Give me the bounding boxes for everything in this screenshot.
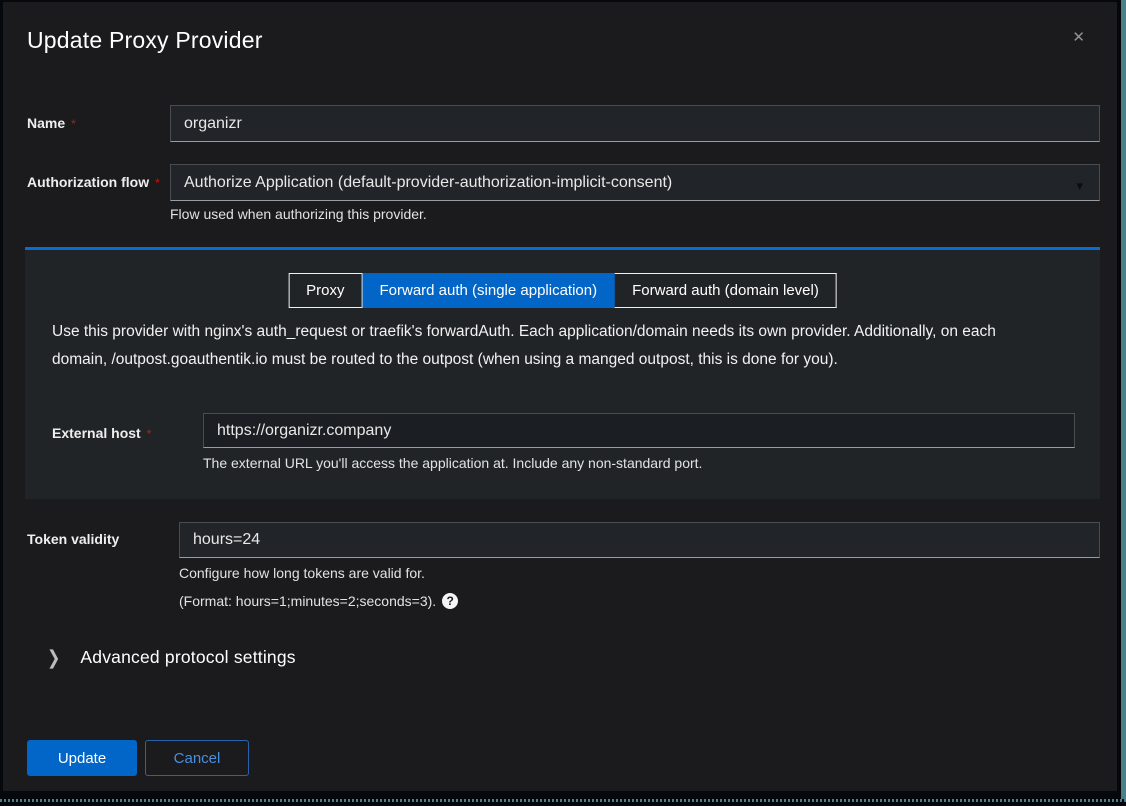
- required-asterisk: *: [71, 117, 76, 131]
- external-host-field[interactable]: [203, 413, 1075, 448]
- tab-proxy[interactable]: Proxy: [288, 273, 362, 308]
- name-label: Name*: [27, 115, 76, 131]
- page-title: Update Proxy Provider: [27, 27, 263, 54]
- authorization-flow-select[interactable]: Authorize Application (default-provider-…: [170, 164, 1100, 201]
- modal-footer: Update Cancel: [27, 740, 249, 776]
- authorization-flow-value: Authorize Application (default-provider-…: [184, 174, 672, 192]
- cancel-button[interactable]: Cancel: [145, 740, 249, 776]
- help-icon[interactable]: ?: [442, 593, 458, 609]
- mode-toggle-group: Proxy Forward auth (single application) …: [288, 273, 837, 308]
- screenshot-frame: Update Proxy Provider ✕ Name* Authorizat…: [0, 0, 1126, 806]
- update-button[interactable]: Update: [27, 740, 137, 776]
- update-proxy-provider-modal: Update Proxy Provider ✕ Name* Authorizat…: [3, 2, 1117, 791]
- chevron-right-icon: ❯: [47, 646, 60, 670]
- token-validity-field[interactable]: [179, 522, 1100, 558]
- tab-forward-auth-single[interactable]: Forward auth (single application): [362, 273, 615, 308]
- token-validity-help: Configure how long tokens are valid for.: [179, 565, 425, 581]
- required-asterisk: *: [155, 176, 160, 190]
- window-edge: [1121, 0, 1126, 806]
- close-icon[interactable]: ✕: [1072, 30, 1085, 45]
- authorization-flow-help: Flow used when authorizing this provider…: [170, 206, 427, 222]
- mode-description: Use this provider with nginx's auth_requ…: [52, 318, 1042, 374]
- external-host-help: The external URL you'll access the appli…: [203, 455, 702, 471]
- advanced-protocol-settings-toggle[interactable]: ❯ Advanced protocol settings: [47, 647, 296, 668]
- token-validity-format-help: (Format: hours=1;minutes=2;seconds=3). ?: [179, 593, 458, 609]
- tab-forward-auth-domain[interactable]: Forward auth (domain level): [615, 273, 837, 308]
- external-host-label: External host*: [52, 425, 151, 441]
- token-validity-label: Token validity: [27, 531, 119, 547]
- required-asterisk: *: [147, 427, 152, 441]
- authorization-flow-label: Authorization flow*: [27, 174, 160, 190]
- advanced-protocol-settings-label: Advanced protocol settings: [80, 647, 295, 668]
- chevron-down-icon: ▾: [1076, 179, 1083, 192]
- name-field[interactable]: [170, 105, 1100, 142]
- window-edge: [0, 802, 1126, 806]
- proxy-mode-panel: Proxy Forward auth (single application) …: [25, 250, 1100, 499]
